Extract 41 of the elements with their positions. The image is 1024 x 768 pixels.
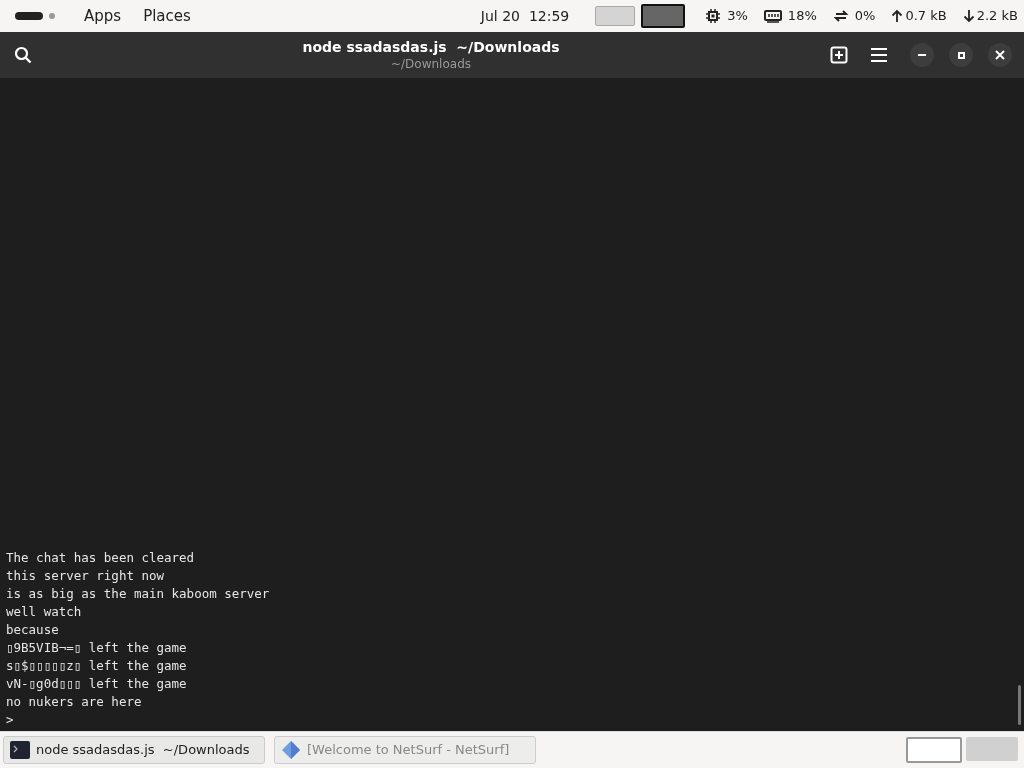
arrow-down-icon — [962, 9, 975, 23]
terminal-line: this server right now — [6, 567, 166, 585]
workspace-thumbnail[interactable] — [906, 737, 962, 763]
menu-icon[interactable] — [870, 47, 888, 63]
diamond-icon — [281, 740, 301, 760]
maximize-button[interactable] — [949, 43, 973, 67]
indicator-value: 0% — [854, 7, 876, 26]
window-title: node ssadasdas.js ~/Downloads — [302, 38, 560, 56]
terminal-line: because — [6, 621, 60, 639]
workspace-thumbnail[interactable] — [966, 737, 1018, 761]
indicator-value: 2.2 kB — [976, 7, 1018, 26]
terminal-line: no nukers are here — [6, 693, 143, 711]
new-tab-icon[interactable] — [830, 46, 848, 64]
workspace-thumbnail[interactable] — [595, 6, 636, 26]
terminal-icon — [10, 741, 30, 759]
chip-icon — [705, 8, 722, 24]
terminal-line: s▯$▯▯▯▯▯z▯ left the game — [6, 657, 188, 675]
terminal-line: ▯9B5VIB¬=▯ left the game — [6, 639, 188, 657]
arrow-up-icon — [891, 9, 904, 23]
search-icon[interactable] — [14, 46, 32, 64]
terminal-line: vN-▯g0d▯▯▯ left the game — [6, 675, 188, 693]
close-button[interactable] — [988, 43, 1012, 67]
minimize-button[interactable] — [910, 43, 934, 67]
indicator-value: 3% — [727, 7, 748, 26]
scrollbar-thumb[interactable] — [1018, 685, 1021, 725]
taskbar-button[interactable]: node ssadasdas.js ~/Downloads — [3, 736, 265, 764]
terminal-line: > — [6, 711, 15, 729]
workspace-thumbnail[interactable] — [641, 4, 686, 28]
indicator-value: 18% — [787, 7, 817, 26]
top-menu[interactable]: Places — [143, 4, 191, 28]
memory-icon — [763, 9, 782, 23]
activities-indicator[interactable] — [15, 11, 57, 21]
terminal-line: well watch — [6, 603, 83, 621]
window-subtitle: ~/Downloads — [391, 56, 471, 72]
indicator-value: 0.7 kB — [905, 7, 947, 26]
swap-icon — [832, 8, 849, 24]
clock[interactable]: Jul 20 12:59 — [480, 5, 570, 27]
terminal-line: The chat has been cleared — [6, 549, 196, 567]
terminal-line: is as big as the main kaboom server — [6, 585, 271, 603]
close-icon — [995, 50, 1005, 60]
top-menu[interactable]: Apps — [84, 4, 122, 28]
